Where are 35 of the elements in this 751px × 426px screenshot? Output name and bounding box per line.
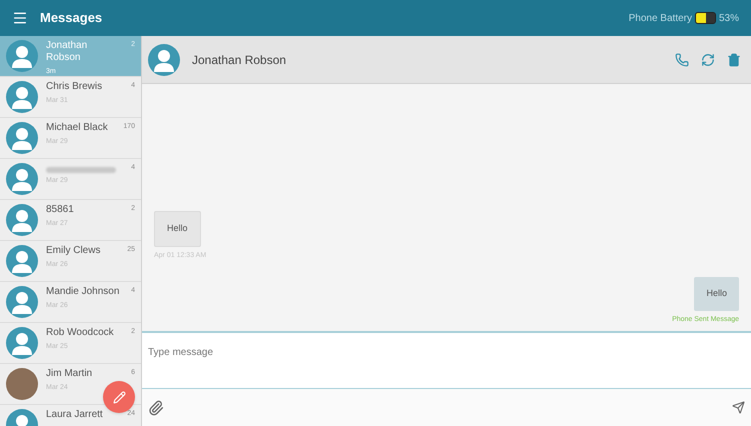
contact-name: Rob Woodcock [46, 327, 115, 339]
avatar-icon [6, 286, 38, 318]
contact-name: Laura Jarrett [46, 409, 104, 421]
delete-icon[interactable] [727, 52, 741, 66]
avatar-icon [6, 245, 38, 277]
avatar-icon [6, 327, 38, 359]
contact-name: Jim Martin [46, 368, 94, 380]
avatar-icon [6, 81, 38, 113]
message-bubble: Hello [154, 211, 201, 246]
avatar-icon [6, 204, 38, 236]
app-title: Messages [40, 9, 102, 28]
message-input[interactable]: Type message [142, 331, 751, 389]
avatar-icon [6, 122, 38, 154]
contact-name: 85861 [46, 204, 75, 216]
avatar-icon [148, 44, 180, 76]
pencil-icon [112, 390, 126, 404]
message-bubble: Hello [694, 277, 739, 310]
battery-reading: 53% [718, 12, 739, 26]
photo-placeholder [6, 368, 38, 400]
battery-label: Phone Battery [628, 12, 692, 26]
contact-name: Michael Black [46, 122, 109, 134]
contact-name: Jonathan Robson [46, 40, 88, 64]
sync-icon[interactable] [701, 52, 715, 66]
contact-name: Mandie Johnson [46, 286, 120, 298]
battery-icon [696, 13, 715, 23]
send-icon[interactable] [732, 401, 745, 414]
avatar-icon [6, 163, 38, 195]
contact-name: Emily Clews [46, 245, 102, 257]
compose-button[interactable] [103, 381, 135, 413]
avatar-icon [6, 40, 38, 72]
contact-name: Chris Brewis [46, 81, 104, 93]
contact-name: Jonathan Robson [192, 52, 286, 68]
attach-icon[interactable] [148, 400, 164, 416]
phone-icon[interactable] [675, 52, 689, 66]
menu-icon[interactable] [12, 10, 28, 26]
